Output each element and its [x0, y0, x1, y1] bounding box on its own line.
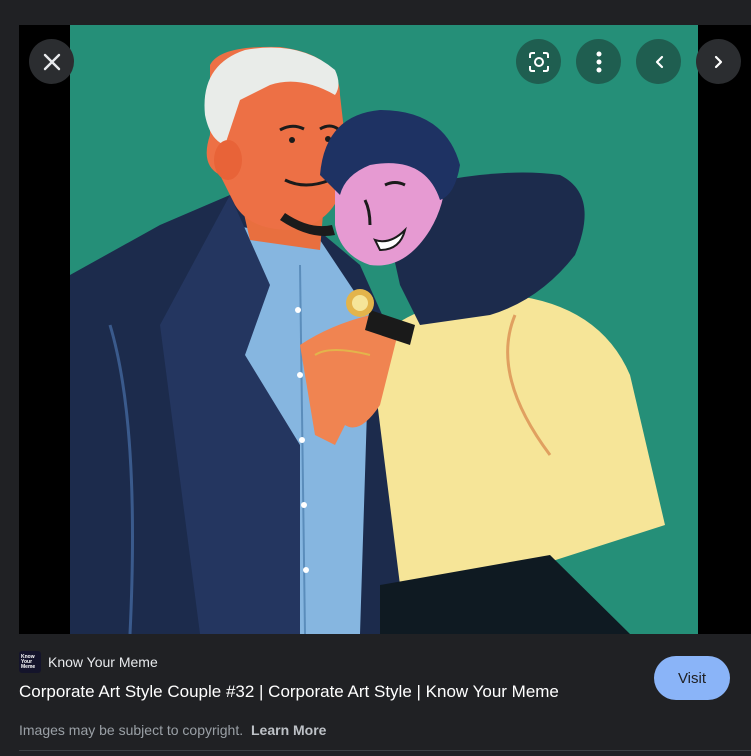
google-lens-icon [528, 51, 549, 72]
more-vert-icon [596, 51, 601, 72]
preview-image[interactable] [70, 25, 698, 634]
divider [19, 750, 751, 751]
couple-illustration [70, 25, 698, 634]
google-lens-button[interactable] [516, 39, 561, 84]
close-icon [43, 53, 60, 70]
previous-image-button[interactable] [636, 39, 681, 84]
more-options-button[interactable] [576, 39, 621, 84]
copyright-notice: Images may be subject to copyright. Lear… [19, 722, 326, 738]
chevron-right-icon [714, 55, 722, 68]
source-name[interactable]: Know Your Meme [48, 654, 158, 670]
image-title-link[interactable]: Corporate Art Style Couple #32 | Corpora… [19, 682, 644, 702]
visit-button[interactable]: Visit [654, 656, 730, 700]
close-button[interactable] [29, 39, 74, 84]
site-favicon: Know Your Meme [19, 651, 41, 673]
copyright-text: Images may be subject to copyright. [19, 722, 244, 738]
next-image-button[interactable] [696, 39, 741, 84]
image-viewer [19, 25, 751, 634]
learn-more-link[interactable]: Learn More [251, 722, 326, 738]
source-info[interactable]: Know Your Meme Know Your Meme [19, 651, 158, 673]
chevron-left-icon [655, 55, 663, 68]
